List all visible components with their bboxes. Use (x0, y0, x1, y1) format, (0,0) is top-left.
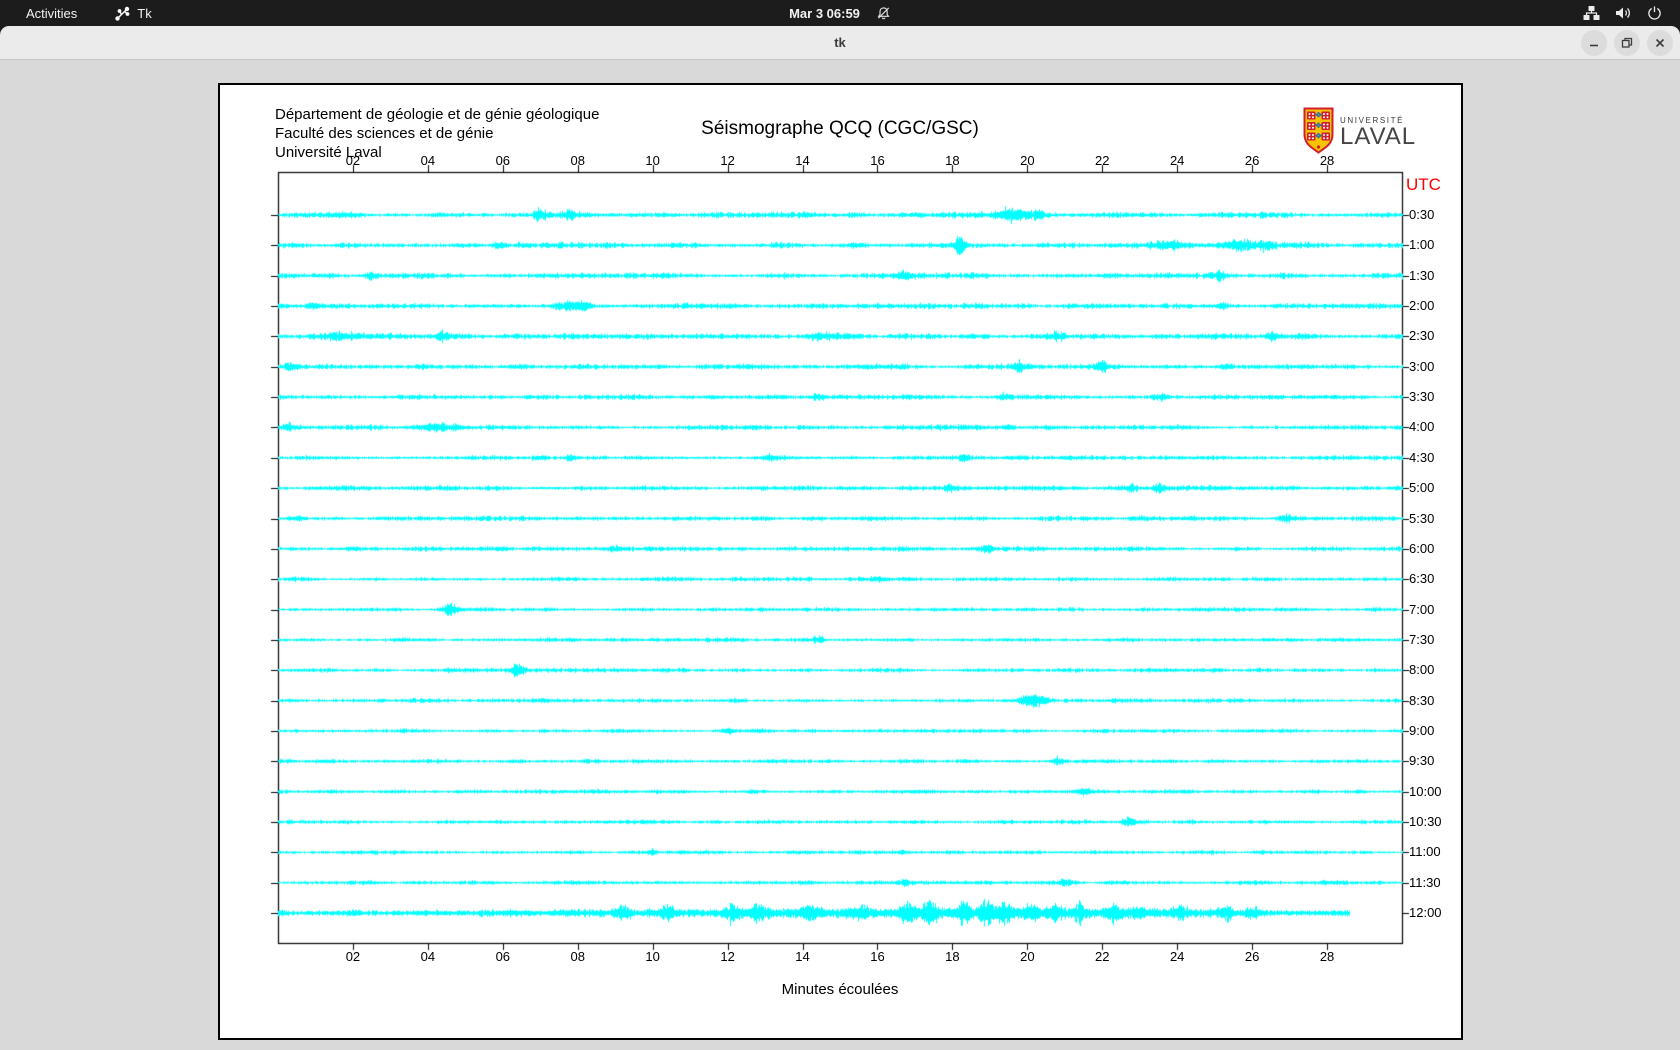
time-tick-label: 6:00 (1409, 540, 1435, 556)
maximize-button[interactable] (1614, 30, 1640, 56)
time-tick-label: 3:00 (1409, 358, 1435, 374)
plot-title: Séismographe QCQ (CGC/GSC) (701, 118, 979, 139)
time-tick-label: 4:30 (1409, 449, 1435, 465)
clock-menu[interactable]: Mar 3 06:59 (789, 6, 891, 21)
x-tick-label-top: 22 (1095, 153, 1110, 168)
x-tick-label-bottom: 28 (1319, 949, 1335, 964)
department-header: Département de géologie et de génie géol… (275, 105, 599, 162)
window-title: tk (834, 35, 846, 50)
x-tick-label-top: 18 (945, 153, 960, 168)
x-axis-title: Minutes écoulées (781, 981, 899, 998)
x-tick-label-bottom: 16 (870, 949, 885, 964)
close-button[interactable] (1647, 30, 1673, 56)
time-tick-label: 7:30 (1409, 631, 1435, 647)
x-tick-label-bottom: 20 (1020, 949, 1035, 964)
time-tick-label: 10:30 (1409, 814, 1442, 829)
tk-window-content: Département de géologie et de génie géol… (0, 60, 1680, 1050)
x-tick-label-top: 16 (870, 153, 885, 168)
header-line-3: Université Laval (275, 144, 382, 161)
x-tick-label-top: 24 (1169, 153, 1185, 168)
x-tick-label-top: 12 (720, 153, 735, 168)
time-tick-label: 7:00 (1409, 601, 1435, 617)
x-tick-label-top: 28 (1319, 153, 1335, 168)
time-tick-label: 12:00 (1409, 905, 1442, 921)
x-tick-label-bottom: 02 (345, 949, 361, 964)
x-tick-label-bottom: 18 (945, 949, 960, 964)
close-icon (1655, 38, 1665, 48)
activities-button[interactable]: Activities (20, 4, 83, 23)
seismograph-panel: Département de géologie et de génie géol… (218, 83, 1463, 1040)
minimize-icon (1590, 44, 1598, 47)
time-tick-label: 11:00 (1409, 844, 1441, 860)
time-tick-label: 1:30 (1409, 267, 1435, 283)
time-tick-label: 0:30 (1409, 207, 1435, 222)
x-tick-label-top: 26 (1244, 153, 1260, 168)
universite-laval-logo: UNIVERSITÉ LAVAL (1303, 107, 1416, 154)
x-tick-label-top: 08 (570, 153, 585, 168)
x-tick-label-bottom: 12 (720, 949, 735, 964)
app-indicator-label: Tk (137, 5, 152, 21)
seismogram-canvas (220, 85, 1461, 1038)
time-tick-label: 2:30 (1409, 328, 1435, 344)
clock-label: Mar 3 06:59 (789, 5, 860, 21)
power-icon[interactable] (1647, 5, 1662, 21)
time-tick-label: 4:00 (1409, 419, 1435, 435)
time-tick-label: 8:00 (1409, 662, 1435, 678)
time-tick-label: 11:30 (1409, 874, 1441, 890)
tk-app-icon (115, 6, 130, 21)
x-tick-label-bottom: 26 (1244, 949, 1260, 964)
volume-icon[interactable] (1615, 5, 1632, 21)
time-tick-label: 9:30 (1409, 753, 1435, 769)
x-tick-label-bottom: 14 (795, 949, 810, 964)
app-indicator-tk[interactable]: Tk (115, 5, 152, 21)
network-wired-icon[interactable] (1583, 5, 1600, 21)
minimize-button[interactable] (1581, 30, 1607, 56)
gnome-top-bar: Activities Tk Mar 3 06:59 (0, 0, 1680, 26)
time-tick-label: 2:00 (1409, 298, 1435, 314)
time-tick-label: 3:30 (1409, 389, 1435, 405)
maximize-icon (1621, 37, 1633, 48)
x-tick-label-top: 20 (1020, 153, 1035, 168)
x-tick-label-top: 04 (420, 153, 436, 168)
x-tick-label-top: 02 (345, 153, 361, 168)
time-tick-label: 5:00 (1409, 480, 1435, 496)
utc-axis-title: UTC (1406, 175, 1441, 194)
x-tick-label-bottom: 10 (645, 949, 660, 964)
x-tick-label-bottom: 06 (495, 949, 511, 964)
laval-shield-icon (1303, 107, 1334, 154)
x-tick-label-top: 06 (495, 153, 511, 168)
bell-muted-icon (877, 6, 890, 19)
time-tick-label: 5:30 (1409, 510, 1435, 526)
x-tick-label-bottom: 24 (1169, 949, 1185, 964)
time-tick-label: 9:00 (1409, 722, 1435, 738)
header-line-1: Département de géologie et de génie géol… (275, 106, 600, 123)
time-tick-label: 1:00 (1409, 237, 1435, 253)
header-line-2: Faculté des sciences et de génie (275, 125, 494, 142)
window-titlebar[interactable]: tk (0, 26, 1680, 60)
x-tick-label-top: 10 (645, 153, 660, 168)
x-tick-label-bottom: 04 (420, 949, 436, 964)
x-tick-label-bottom: 22 (1095, 949, 1110, 964)
x-tick-label-top: 14 (795, 153, 810, 168)
time-tick-label: 8:30 (1409, 692, 1435, 708)
x-tick-label-bottom: 08 (570, 949, 585, 964)
time-tick-label: 6:30 (1409, 571, 1435, 587)
logo-laval-text: LAVAL (1340, 123, 1417, 150)
time-tick-label: 10:00 (1409, 783, 1442, 799)
